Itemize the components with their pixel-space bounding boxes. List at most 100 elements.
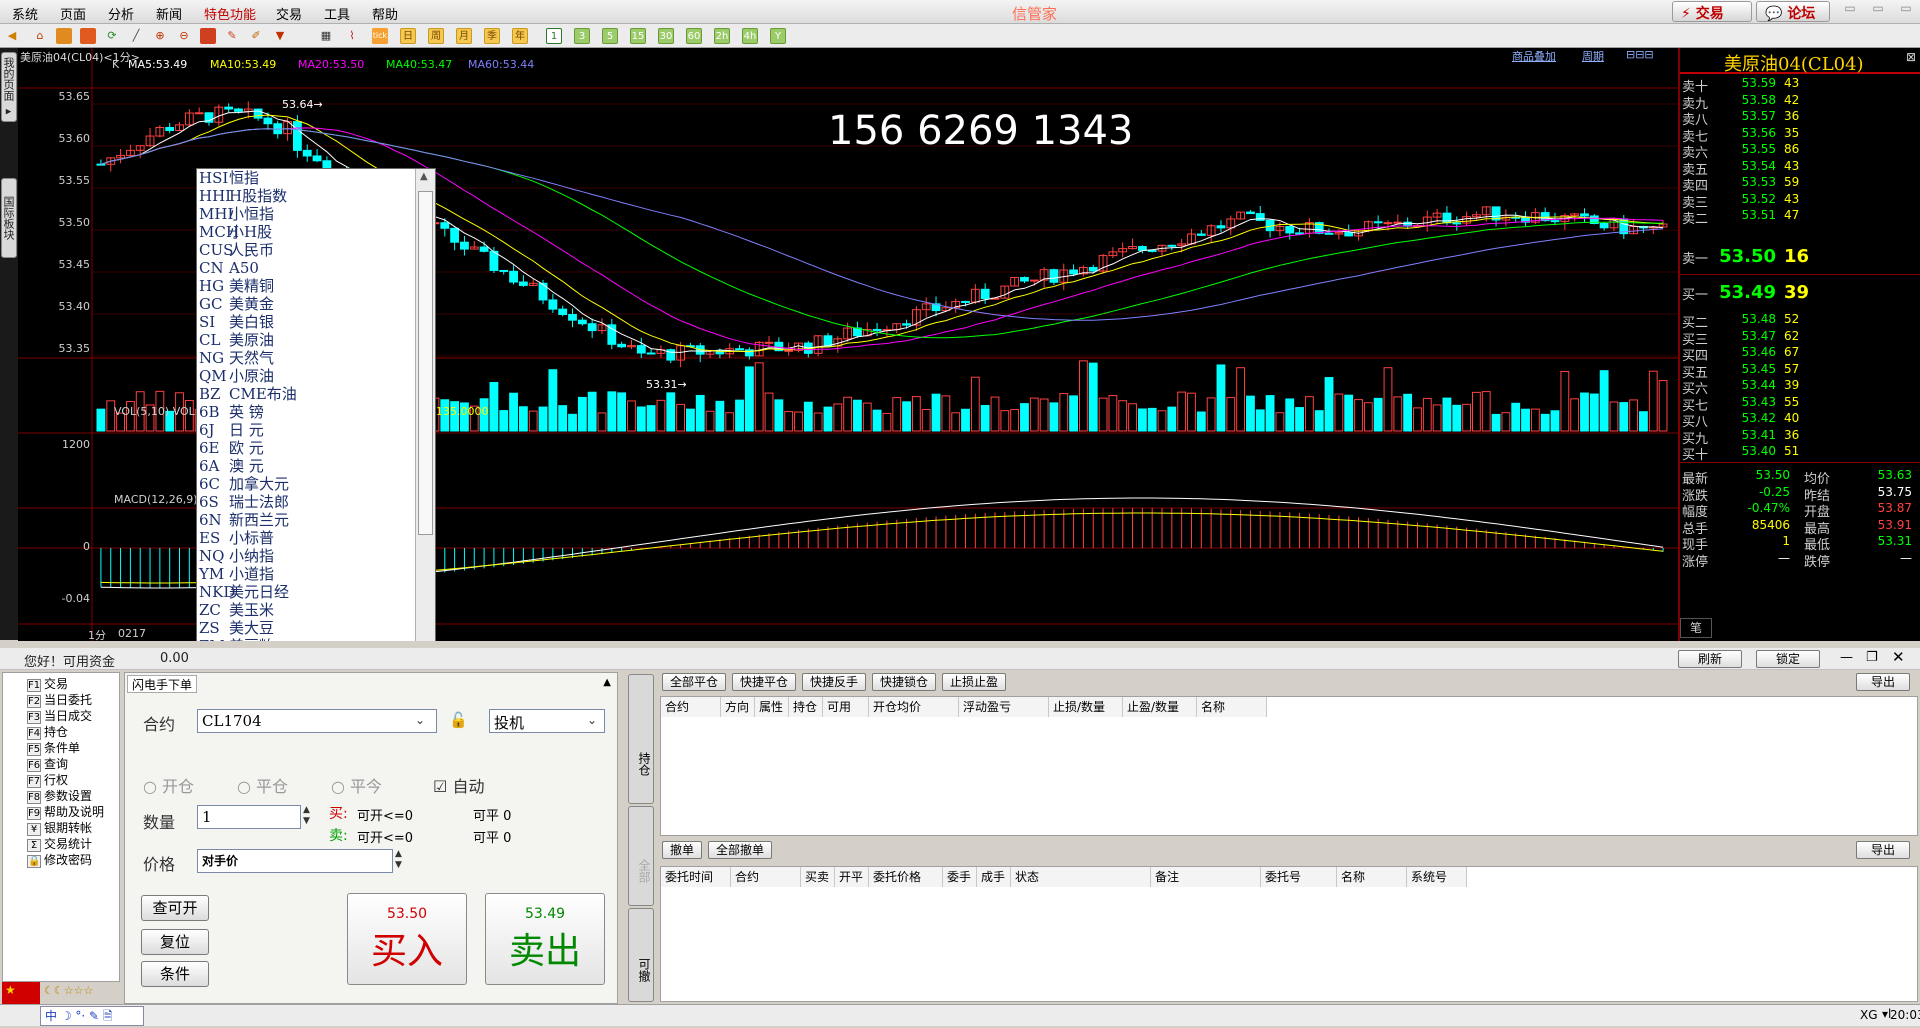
position-action-button[interactable]: 快捷平仓 (732, 673, 796, 691)
tab-cancelable[interactable]: 可撤 (628, 908, 654, 1002)
zoom-in-icon[interactable]: ⊕ (152, 28, 168, 44)
position-action-button[interactable]: 全部平仓 (662, 673, 726, 691)
ime-bar[interactable]: 中 ☽ °· ✎ 🗎 (40, 1006, 144, 1026)
chart-icon[interactable]: ⌇ (344, 28, 360, 44)
period-week[interactable]: 周 (428, 28, 444, 44)
tick-icon[interactable]: tick (372, 28, 388, 44)
condition-button[interactable]: 条件 (141, 961, 209, 987)
order-action-button[interactable]: 全部撤单 (708, 841, 772, 859)
buy-button[interactable]: 53.50 买入 (347, 893, 467, 985)
interval-year[interactable]: Y (770, 28, 786, 44)
chevron-down-icon[interactable]: ⌄ (587, 713, 597, 727)
symbol-option[interactable]: 6C 加拿大元 (199, 475, 289, 493)
table-icon[interactable]: ▦ (318, 28, 334, 44)
interval-60m[interactable]: 60 (686, 28, 702, 44)
tab-international[interactable]: 国际板块 (1, 178, 17, 258)
contract-input[interactable]: CL1704 (197, 709, 437, 733)
menu-help[interactable]: 帮助 (372, 4, 398, 23)
symbol-option[interactable]: MHI小恒指 (199, 205, 274, 223)
column-header[interactable]: 止盈/数量 (1123, 697, 1197, 717)
function-item[interactable]: F9 帮助及说明 (27, 803, 104, 820)
panel-minimize-icon[interactable]: — (1840, 650, 1853, 665)
column-header[interactable]: 备注 (1151, 867, 1261, 887)
column-header[interactable]: 持仓 (789, 697, 823, 717)
menu-tools[interactable]: 工具 (324, 4, 350, 23)
interval-1m[interactable]: 1 (546, 28, 562, 44)
window-icon[interactable] (200, 28, 216, 44)
quote-close-icon[interactable]: ⊠ (1906, 50, 1916, 64)
trade-button[interactable]: ⚡ 交易 (1672, 1, 1752, 22)
collapse-icon[interactable]: ▲ (603, 677, 611, 688)
symbol-option[interactable]: YM 小道指 (199, 565, 274, 583)
period-quarter[interactable]: 季 (484, 28, 500, 44)
column-header[interactable]: 止损/数量 (1049, 697, 1123, 717)
page-icon[interactable] (80, 28, 96, 44)
layout-icon[interactable]: ⊟⊟⊟ (1626, 48, 1654, 61)
panel-close-icon[interactable]: ✕ (1892, 648, 1905, 666)
symbol-option[interactable]: NKD美元日经 (199, 583, 289, 601)
overlay-link[interactable]: 商品叠加 (1512, 48, 1556, 64)
menu-news[interactable]: 新闻 (156, 4, 182, 23)
export-positions-button[interactable]: 导出 (1856, 673, 1910, 691)
interval-30m[interactable]: 30 (658, 28, 674, 44)
column-header[interactable]: 名称 (1337, 867, 1407, 887)
column-header[interactable]: 合约 (661, 697, 721, 717)
scroll-up-icon[interactable]: ▲ (420, 171, 428, 182)
folder-icon[interactable] (56, 28, 72, 44)
function-item[interactable]: F2 当日委托 (27, 691, 92, 708)
symbol-option[interactable]: ZC 美玉米 (199, 601, 274, 619)
column-header[interactable]: 成手 (977, 867, 1011, 887)
sell-button[interactable]: 53.49 卖出 (485, 893, 605, 985)
function-item[interactable]: 🔒 修改密码 (27, 851, 92, 868)
pen-icon[interactable]: ✎ (224, 28, 240, 44)
menu-page[interactable]: 页面 (60, 4, 86, 23)
order-action-button[interactable]: 撤单 (662, 841, 702, 859)
interval-3m[interactable]: 3 (574, 28, 590, 44)
symbol-option[interactable]: CN A50 (199, 259, 259, 277)
column-header[interactable]: 开平 (835, 867, 869, 887)
lock-button[interactable]: 锁定 (1756, 650, 1820, 668)
symbol-option[interactable]: HHIH股指数 (199, 187, 287, 205)
menu-special[interactable]: 特色功能 (204, 4, 256, 23)
filter-icon[interactable]: ▼ (272, 28, 288, 44)
period-year[interactable]: 年 (512, 28, 528, 44)
maximize-icon[interactable]: ▭ (1864, 1, 1892, 17)
function-item[interactable]: Σ 交易统计 (27, 835, 92, 852)
auto-checkbox[interactable]: ☑ 自动 (433, 773, 484, 797)
symbol-option[interactable]: 6N 新西兰元 (199, 511, 289, 529)
symbol-option[interactable]: HSI恒指 (199, 169, 259, 187)
symbol-option[interactable]: 6S 瑞士法郎 (199, 493, 289, 511)
symbol-dropdown[interactable]: HSI恒指 HHIH股指数 MHI小恒指 MCH小H股 CUS人民币 CN A50 HG 美精铜… (196, 168, 436, 708)
radio-close[interactable]: ○ 平仓 (237, 773, 288, 797)
column-header[interactable]: 委手 (943, 867, 977, 887)
unlock-icon[interactable]: 🔓 (449, 711, 468, 729)
brush-icon[interactable]: ✐ (248, 28, 264, 44)
symbol-option[interactable]: ZS 美大豆 (199, 619, 274, 637)
interval-5m[interactable]: 5 (602, 28, 618, 44)
function-item[interactable]: F6 查询 (27, 755, 68, 772)
symbol-option[interactable]: CUS人民币 (199, 241, 274, 259)
minimize-icon[interactable]: ▭ (1836, 1, 1864, 17)
stepper-arrows-icon[interactable]: ▲ ▼ (395, 849, 402, 871)
symbol-option[interactable]: NG 天然气 (199, 349, 274, 367)
home-icon[interactable]: ⌂ (32, 28, 48, 44)
symbol-option[interactable]: CL 美原油 (199, 331, 274, 349)
tab-my-pages[interactable]: 我的页面 ▸ (1, 52, 17, 122)
function-item[interactable]: F1 交易 (27, 675, 68, 692)
symbol-option[interactable]: BZ CME布油 (199, 385, 297, 403)
forum-button[interactable]: 💬 论坛 (1756, 1, 1830, 22)
interval-15m[interactable]: 15 (630, 28, 646, 44)
tab-flash-order[interactable]: 闪电手下单 (127, 675, 197, 693)
symbol-option[interactable]: SI 美白银 (199, 313, 274, 331)
function-item[interactable]: F8 参数设置 (27, 787, 92, 804)
period-link[interactable]: 周期 (1582, 48, 1604, 64)
price-input[interactable]: 对手价 (197, 849, 393, 873)
column-header[interactable]: 买卖 (801, 867, 835, 887)
column-header[interactable]: 合约 (731, 867, 801, 887)
tab-positions[interactable]: 持仓 (628, 674, 654, 804)
column-header[interactable]: 浮动盈亏 (959, 697, 1049, 717)
column-header[interactable]: 可用 (823, 697, 869, 717)
period-month[interactable]: 月 (456, 28, 472, 44)
symbol-option[interactable]: 6E 欧 元 (199, 439, 264, 457)
period-day[interactable]: 日 (400, 28, 416, 44)
